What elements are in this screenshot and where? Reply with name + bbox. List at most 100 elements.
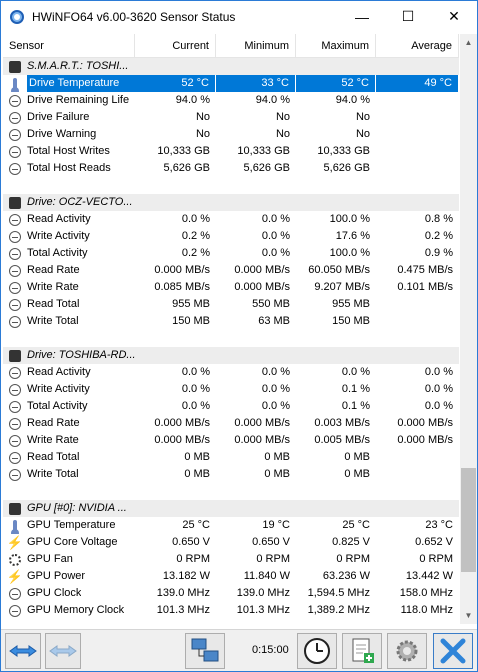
current-value: 0.2 % — [181, 230, 210, 242]
minimum-value: 5,626 GB — [243, 162, 290, 174]
sensor-row[interactable]: Read Activity 0.0 % 0.0 % 100.0 % 0.8 % — [3, 211, 459, 228]
sensor-row[interactable]: Write Activity 0.2 % 0.0 % 17.6 % 0.2 % — [3, 228, 459, 245]
vertical-scrollbar[interactable]: ▲ ▼ — [460, 34, 477, 624]
sensor-row[interactable]: Read Rate 0.000 MB/s 0.000 MB/s 0.003 MB/s 0… — [3, 415, 459, 432]
close-button[interactable]: ✕ — [431, 1, 477, 32]
sensor-row[interactable]: Write Rate 0.085 MB/s 0.000 MB/s 9.207 MB/s… — [3, 279, 459, 296]
current-value: 0.650 V — [172, 536, 210, 548]
current-value: 0.000 MB/s — [154, 264, 210, 276]
scroll-up-arrow-icon[interactable]: ▲ — [460, 34, 477, 51]
sensor-row[interactable]: GPU Fan 0 RPM 0 RPM 0 RPM 0 RPM — [3, 551, 459, 568]
current-value: 0.2 % — [181, 247, 210, 259]
minimum-value: 0.0 % — [261, 366, 290, 378]
clock-icon — [7, 467, 23, 483]
sensor-list[interactable]: Sensor Current Minimum Maximum Average S… — [3, 34, 459, 624]
maximum-value: 1,389.2 MHz — [307, 604, 370, 616]
scrollbar-thumb[interactable] — [461, 468, 476, 572]
sensor-row[interactable]: GPU Memory Clock 101.3 MHz 101.3 MHz 1,389.… — [3, 602, 459, 619]
sensor-name: Write Activity — [27, 383, 90, 395]
title-bar[interactable]: HWiNFO64 v6.00-3620 Sensor Status — ☐ ✕ — [1, 1, 477, 32]
clock-icon — [7, 314, 23, 330]
bottom-toolbar: 0:15:00 — [1, 629, 477, 671]
maximize-button[interactable]: ☐ — [385, 1, 431, 32]
minimum-value: 11.840 W — [243, 570, 290, 582]
sensor-name: Read Total — [27, 298, 80, 310]
sensor-name: GPU Core Voltage — [27, 536, 118, 548]
maximum-value: 955 MB — [332, 298, 370, 310]
minimum-value: 101.3 MHz — [236, 604, 290, 616]
average-value: 0.652 V — [415, 536, 453, 548]
sensor-row[interactable]: Drive Warning No No No — [3, 126, 459, 143]
sensor-group-header[interactable]: Drive: OCZ-VECTO... — [3, 194, 459, 211]
clock-button[interactable] — [297, 633, 337, 669]
collapse-arrows-button[interactable] — [45, 633, 81, 669]
current-value: 955 MB — [172, 298, 210, 310]
column-header-row: Sensor Current Minimum Maximum Average — [3, 34, 459, 58]
sensor-row[interactable]: Write Total 0 MB 0 MB 0 MB — [3, 466, 459, 483]
maximum-value: 0 MB — [344, 468, 370, 480]
sensor-row[interactable]: Read Activity 0.0 % 0.0 % 0.0 % 0.0 % — [3, 364, 459, 381]
sensor-name: Read Total — [27, 451, 80, 463]
sensor-row[interactable]: Total Host Reads 5,626 GB 5,626 GB 5,626 GB — [3, 160, 459, 177]
sensor-row[interactable]: Write Total 150 MB 63 MB 150 MB — [3, 313, 459, 330]
minimum-value: 0.0 % — [261, 230, 290, 242]
sensor-row[interactable]: Drive Failure No No No — [3, 109, 459, 126]
sensor-name: Total Host Writes — [27, 145, 110, 157]
sensor-group-header[interactable]: Drive: TOSHIBA-RD... — [3, 347, 459, 364]
clock-icon — [7, 399, 23, 415]
settings-button[interactable] — [387, 633, 427, 669]
sensor-row[interactable]: Write Rate 0.000 MB/s 0.000 MB/s 0.005 MB/s… — [3, 432, 459, 449]
sensor-name: Write Total — [27, 315, 79, 327]
maximum-value: 0.003 MB/s — [314, 417, 370, 429]
clock-icon — [7, 127, 23, 143]
clock-icon — [7, 93, 23, 109]
current-value: 139.0 MHz — [156, 587, 210, 599]
sensor-row[interactable]: GPU Temperature 25 °C 19 °C 25 °C 23 °C — [3, 517, 459, 534]
sensor-row[interactable]: Write Activity 0.0 % 0.0 % 0.1 % 0.0 % — [3, 381, 459, 398]
sensor-row[interactable]: Total Activity 0.0 % 0.0 % 0.1 % 0.0 % — [3, 398, 459, 415]
sensor-row[interactable]: Total Activity 0.2 % 0.0 % 100.0 % 0.9 % — [3, 245, 459, 262]
minimum-value: 139.0 MHz — [236, 587, 290, 599]
sensor-row[interactable]: Read Rate 0.000 MB/s 0.000 MB/s 60.050 MB/s… — [3, 262, 459, 279]
add-log-button[interactable] — [342, 633, 382, 669]
column-header-sensor[interactable]: Sensor — [3, 34, 135, 58]
maximum-value: 0.825 V — [332, 536, 370, 548]
current-value: 13.182 W — [162, 570, 210, 582]
minimum-value: No — [275, 111, 290, 123]
sensor-row[interactable]: ⚡ GPU Power 13.182 W 11.840 W 63.236 W 13.442… — [3, 568, 459, 585]
close-sensors-button[interactable] — [433, 633, 473, 669]
current-value: 0.085 MB/s — [154, 281, 210, 293]
clock-icon — [304, 638, 330, 664]
minimize-button[interactable]: — — [339, 1, 385, 32]
sensor-name: Drive Temperature — [27, 75, 135, 92]
minimum-value: 0.000 MB/s — [234, 264, 290, 276]
sensor-name: Write Activity — [27, 230, 90, 242]
column-header-minimum[interactable]: Minimum — [216, 34, 296, 58]
maximum-value: 9.207 MB/s — [314, 281, 370, 293]
column-header-average[interactable]: Average — [376, 34, 459, 58]
network-button[interactable] — [185, 633, 225, 669]
maximum-value: 0.005 MB/s — [314, 434, 370, 446]
current-value: No — [195, 111, 210, 123]
window-title: HWiNFO64 v6.00-3620 Sensor Status — [32, 9, 236, 24]
sensor-row[interactable]: Read Total 955 MB 550 MB 955 MB — [3, 296, 459, 313]
sensor-row[interactable]: GPU Clock 139.0 MHz 139.0 MHz 1,594.5 MHz 15… — [3, 585, 459, 602]
sensor-row[interactable]: Drive Remaining Life 94.0 % 94.0 % 94.0 % — [3, 92, 459, 109]
expand-arrows-button[interactable] — [5, 633, 41, 669]
column-header-current[interactable]: Current — [135, 34, 216, 58]
sensor-group-header[interactable]: GPU [#0]: NVIDIA ... — [3, 500, 459, 517]
sensor-row[interactable]: Read Total 0 MB 0 MB 0 MB — [3, 449, 459, 466]
current-value: 25 °C — [182, 519, 210, 531]
sensor-row[interactable]: ⚡ GPU Core Voltage 0.650 V 0.650 V 0.825 V 0.… — [3, 534, 459, 551]
current-value: 101.3 MHz — [156, 604, 210, 616]
scroll-down-arrow-icon[interactable]: ▼ — [460, 607, 477, 624]
column-header-maximum[interactable]: Maximum — [296, 34, 376, 58]
average-value — [376, 92, 459, 109]
maximum-value: 0 RPM — [336, 553, 370, 565]
sensor-row[interactable]: Drive Temperature 52 °C 33 °C 52 °C 49 °C — [3, 75, 459, 92]
minimum-value: 0.000 MB/s — [234, 417, 290, 429]
sensor-group-header[interactable]: S.M.A.R.T.: TOSHI... — [3, 58, 459, 75]
sensor-name: Drive Failure — [27, 111, 90, 123]
clock-icon — [7, 365, 23, 381]
sensor-row[interactable]: Total Host Writes 10,333 GB 10,333 GB 10,33… — [3, 143, 459, 160]
